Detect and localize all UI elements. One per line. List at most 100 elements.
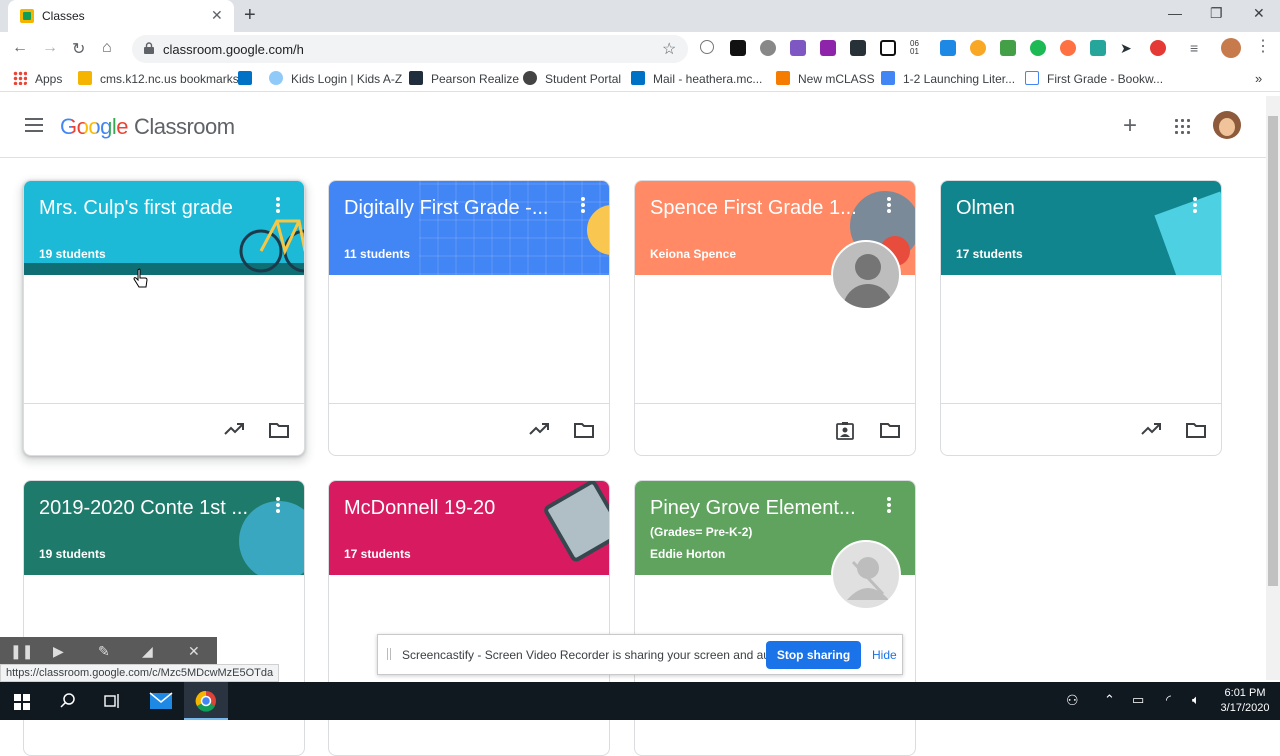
task-view-icon[interactable] — [104, 693, 121, 709]
extension-icon[interactable] — [940, 40, 956, 56]
reload-button[interactable]: ↻ — [72, 39, 85, 59]
bookmark-mail[interactable]: Mail - heathera.mc... — [631, 71, 762, 87]
bookmark-first-grade[interactable]: First Grade - Bookw... — [1025, 71, 1163, 87]
class-title[interactable]: Mrs. Culp's first grade — [39, 197, 264, 220]
class-options-icon[interactable] — [581, 197, 585, 213]
class-options-icon[interactable] — [1193, 197, 1197, 213]
people-icon[interactable]: ⚇ — [1066, 692, 1079, 709]
main-menu-icon[interactable] — [25, 118, 43, 132]
bookmark-launching-literacy[interactable]: 1-2 Launching Liter... — [881, 71, 1015, 87]
class-card[interactable]: Spence First Grade 1... Keiona Spence — [634, 180, 916, 456]
chrome-taskbar-button[interactable] — [184, 682, 228, 720]
home-button[interactable]: ⌂ — [102, 39, 112, 57]
battery-icon[interactable]: ▭ — [1132, 692, 1144, 708]
help-extension-icon[interactable] — [700, 40, 714, 54]
folder-icon[interactable] — [880, 422, 900, 438]
eraser-icon[interactable]: ◢ — [142, 643, 153, 660]
wifi-icon[interactable]: ◜ — [1166, 692, 1171, 708]
stop-sharing-button[interactable]: Stop sharing — [766, 641, 861, 669]
bookmark-pearson[interactable]: Pearson Realize — [409, 71, 519, 87]
google-apps-icon[interactable] — [1175, 119, 1190, 134]
folder-icon[interactable] — [269, 422, 289, 438]
class-title[interactable]: Olmen — [956, 197, 1181, 220]
extension-icon[interactable] — [1060, 40, 1076, 56]
extension-icon[interactable] — [970, 40, 986, 56]
class-card-header: Olmen 17 students — [941, 181, 1221, 275]
class-title[interactable]: Piney Grove Element... — [650, 497, 875, 520]
page-scrollbar[interactable] — [1266, 96, 1280, 680]
search-icon[interactable] — [60, 693, 76, 709]
system-clock[interactable]: 6:01 PM 3/17/2020 — [1215, 686, 1275, 716]
trending-up-icon[interactable] — [1141, 422, 1161, 436]
account-avatar[interactable] — [1213, 111, 1241, 139]
drag-handle-icon[interactable] — [387, 648, 391, 660]
tablet-illustration — [542, 481, 609, 564]
screencastify-extension-icon[interactable] — [1150, 40, 1166, 56]
restore-button[interactable]: ❐ — [1210, 5, 1223, 22]
close-recording-icon[interactable]: ✕ — [188, 643, 200, 660]
hand-cursor-icon — [133, 268, 148, 288]
folder-icon[interactable] — [574, 422, 594, 438]
class-options-icon[interactable] — [276, 197, 280, 213]
bookmark-student-portal[interactable]: Student Portal — [523, 71, 621, 87]
bookmark-label: New mCLASS — [798, 72, 875, 86]
pointer-extension-icon[interactable]: ➤ — [1120, 40, 1136, 56]
bookmark-mclass[interactable]: New mCLASS — [776, 71, 875, 87]
bookmark-kids-az[interactable]: Kids Login | Kids A-Z — [269, 71, 402, 87]
browser-menu-icon[interactable]: ⋮ — [1255, 36, 1271, 56]
folder-icon[interactable] — [1186, 422, 1206, 438]
assignment-ind-icon[interactable] — [836, 422, 854, 440]
trending-up-icon[interactable] — [224, 422, 244, 436]
class-card[interactable]: Digitally First Grade -... 11 students — [328, 180, 610, 456]
teacher-name: Eddie Horton — [650, 547, 726, 561]
new-tab-button[interactable]: + — [244, 4, 256, 27]
classroom-extension-icon[interactable] — [1000, 40, 1016, 56]
pdf-extension-icon[interactable] — [790, 40, 806, 56]
trending-up-icon[interactable] — [529, 422, 549, 436]
forward-button[interactable]: → — [42, 39, 58, 57]
bookmark-outlook[interactable] — [238, 71, 260, 87]
extension-icon[interactable] — [760, 40, 776, 56]
media-control-icon[interactable]: ≡ — [1190, 40, 1206, 56]
browser-tab-classes[interactable]: Classes ✕ — [8, 0, 234, 32]
extension-icon[interactable] — [730, 40, 746, 56]
class-options-icon[interactable] — [276, 497, 280, 513]
extension-icon[interactable] — [850, 40, 866, 56]
class-card[interactable]: Olmen 17 students — [940, 180, 1222, 456]
class-card[interactable]: Mrs. Culp's first grade 19 students — [23, 180, 305, 456]
volume-icon[interactable]: 🔈︎ — [1192, 692, 1200, 708]
extension-icon[interactable] — [880, 40, 896, 56]
class-title[interactable]: McDonnell 19-20 — [344, 497, 569, 520]
pen-icon[interactable]: ✎ — [98, 643, 110, 660]
tab-close-icon[interactable]: ✕ — [211, 7, 223, 24]
bookmark-label: cms.k12.nc.us bookmarks — [100, 72, 239, 86]
bookmark-apps[interactable]: Apps — [13, 71, 62, 87]
hide-banner-button[interactable]: Hide — [872, 648, 897, 662]
pause-icon[interactable]: ❚❚ — [10, 643, 33, 660]
class-options-icon[interactable] — [887, 497, 891, 513]
bookmark-star-icon[interactable]: ☆ — [662, 39, 676, 59]
spotify-extension-icon[interactable] — [1030, 40, 1046, 56]
back-button[interactable]: ← — [12, 39, 28, 57]
more-bookmarks-icon[interactable]: » — [1255, 71, 1262, 87]
bookmark-label: Pearson Realize — [431, 72, 520, 86]
extension-icon[interactable] — [820, 40, 836, 56]
mail-app-icon[interactable] — [149, 691, 173, 711]
class-title[interactable]: 2019-2020 Conte 1st ... — [39, 497, 264, 520]
windows-start-icon[interactable] — [14, 694, 30, 710]
class-options-icon[interactable] — [887, 197, 891, 213]
bookmark-cms-folder[interactable]: cms.k12.nc.us bookmarks — [78, 71, 239, 87]
window-close-button[interactable]: ✕ — [1253, 5, 1265, 22]
extension-icon[interactable] — [1090, 40, 1106, 56]
class-title[interactable]: Digitally First Grade -... — [344, 197, 569, 220]
classroom-logo[interactable]: Google Classroom — [60, 114, 235, 140]
address-bar[interactable]: classroom.google.com/h ☆ — [132, 35, 688, 63]
show-hidden-icons[interactable]: ⌃ — [1104, 692, 1115, 708]
timer-extension-icon[interactable]: 06 01 — [910, 40, 926, 56]
play-icon[interactable]: ▶ — [53, 643, 64, 660]
minimize-button[interactable]: — — [1168, 5, 1182, 21]
scrollbar-thumb[interactable] — [1268, 116, 1278, 586]
profile-avatar[interactable] — [1221, 38, 1241, 58]
create-join-class-button[interactable]: + — [1123, 112, 1137, 140]
class-title[interactable]: Spence First Grade 1... — [650, 197, 875, 220]
